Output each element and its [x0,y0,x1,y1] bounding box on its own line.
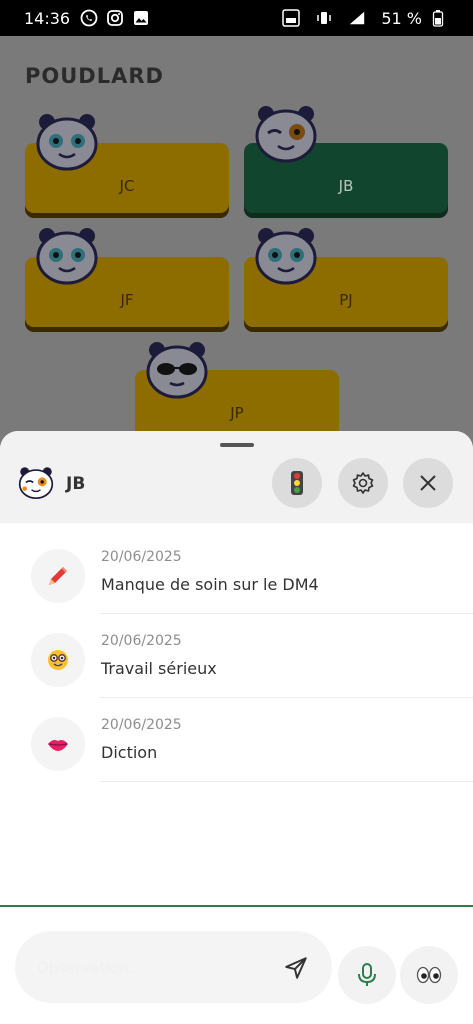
gallery-icon [132,9,150,27]
drag-handle[interactable] [220,443,254,447]
close-icon [420,475,436,491]
observation-text: Manque de soin sur le DM4 [101,575,319,594]
pencil-icon [31,549,85,603]
settings-button[interactable] [338,458,388,508]
nerd-face-icon [31,633,85,687]
student-initials: JF [120,291,134,309]
microphone-icon [358,963,376,986]
panda-avatar-icon [36,228,98,285]
observation-text: Diction [101,743,158,762]
traffic-light-icon [291,471,303,495]
eyes-icon [416,966,442,984]
divider [100,613,473,614]
observation-date: 20/06/2025 [101,717,182,733]
status-bar: 14:36 51 % [0,0,473,36]
battery-level: 51 % [381,8,422,28]
eyes-button[interactable] [400,946,458,1004]
panda-sunglasses-avatar-icon [146,342,208,399]
student-initials: JC [119,177,135,195]
student-initials: JP [230,404,244,422]
panda-avatar-icon [36,114,98,171]
observation-item[interactable]: 20/06/2025 Diction [0,717,473,801]
student-name: JB [66,474,86,494]
lips-icon [31,717,85,771]
observation-item[interactable]: 20/06/2025 Travail sérieux [0,633,473,717]
microphone-button[interactable] [338,946,396,1004]
close-button[interactable] [403,458,453,508]
vibrate-icon [315,9,333,27]
battery-icon [429,9,447,27]
panda-winking-avatar-icon [255,106,317,163]
student-initials: PJ [339,291,353,309]
student-detail-sheet: JB 20/06/2025 Manque de soin sur le DM4 [0,431,473,1024]
volte-icon [282,9,301,27]
send-icon[interactable] [283,955,309,981]
whatsapp-icon [80,9,98,27]
divider [100,781,473,782]
observation-input[interactable] [35,951,279,985]
signal-icon [348,9,366,27]
student-initials: JB [338,177,354,195]
panda-avatar-icon [255,228,317,285]
observation-text: Travail sérieux [101,659,217,678]
gear-icon [352,472,374,494]
page-title: POUDLARD [25,64,164,88]
sheet-header: JB [0,431,473,523]
divider [100,697,473,698]
observation-item[interactable]: 20/06/2025 Manque de soin sur le DM4 [0,549,473,633]
traffic-light-button[interactable] [272,458,322,508]
panda-winking-avatar-icon [18,467,54,500]
observation-date: 20/06/2025 [101,549,182,565]
instagram-icon [106,9,124,27]
observation-input-container [15,931,332,1003]
input-divider [0,905,473,907]
status-time: 14:36 [24,8,71,28]
observation-date: 20/06/2025 [101,633,182,649]
class-overview: POUDLARD JC JB JF PJ JP [0,36,473,440]
